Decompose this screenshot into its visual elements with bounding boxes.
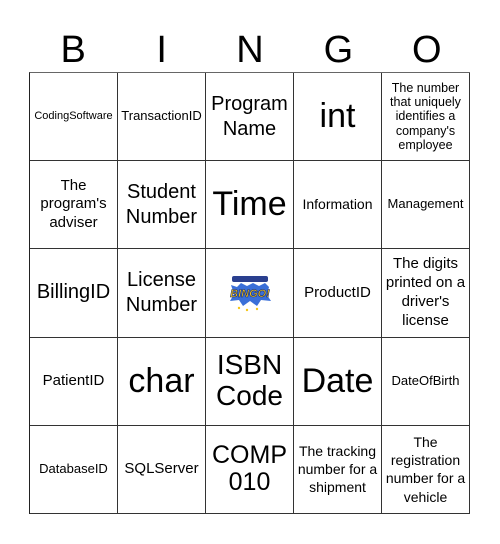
bingo-cell[interactable]: COMP 010 <box>206 425 294 514</box>
bingo-cell[interactable]: PatientID <box>30 337 118 426</box>
bingo-cell[interactable]: DatabaseID <box>30 425 118 514</box>
header-letter-g: G <box>323 29 354 71</box>
bingo-logo-icon: BINGO! <box>229 275 271 312</box>
bingo-cell[interactable]: Date <box>294 337 382 426</box>
bingo-cell[interactable]: The number that uniquely identifies a co… <box>382 73 470 162</box>
bingo-cell[interactable]: The tracking number for a shipment <box>294 425 382 514</box>
bingo-cell[interactable]: Time <box>206 161 294 250</box>
bingo-cell[interactable]: Information <box>294 161 382 250</box>
bingo-cell[interactable]: char <box>118 337 206 426</box>
bingo-card: CodingSoftware TransactionID Program Nam… <box>29 72 470 514</box>
bingo-cell[interactable]: int <box>294 73 382 162</box>
header-letter-b: B <box>60 29 86 71</box>
bingo-cell[interactable]: ISBN Code <box>206 337 294 426</box>
bingo-cell[interactable]: Program Name <box>206 73 294 162</box>
bingo-cell[interactable]: SQLServer <box>118 425 206 514</box>
bingo-cell[interactable]: ProductID <box>294 249 382 338</box>
bingo-cell[interactable]: License Number <box>118 249 206 338</box>
bingo-cell[interactable]: The registration number for a vehicle <box>382 425 470 514</box>
bingo-cell[interactable]: BillingID <box>30 249 118 338</box>
bingo-cell[interactable]: Student Number <box>118 161 206 250</box>
header-letter-n: N <box>236 29 264 71</box>
bingo-cell[interactable]: DateOfBirth <box>382 337 470 426</box>
bingo-header: B I N G O <box>29 28 471 72</box>
free-space-cell[interactable]: BINGO! <box>206 249 294 338</box>
header-letter-o: O <box>412 29 442 71</box>
svg-text:BINGO!: BINGO! <box>230 288 270 300</box>
bingo-cell[interactable]: Management <box>382 161 470 250</box>
bingo-cell[interactable]: The digits printed on a driver's license <box>382 249 470 338</box>
header-letter-i: I <box>156 29 167 71</box>
bingo-cell[interactable]: CodingSoftware <box>30 73 118 162</box>
bingo-cell[interactable]: The program's adviser <box>30 161 118 250</box>
bingo-cell[interactable]: TransactionID <box>118 73 206 162</box>
